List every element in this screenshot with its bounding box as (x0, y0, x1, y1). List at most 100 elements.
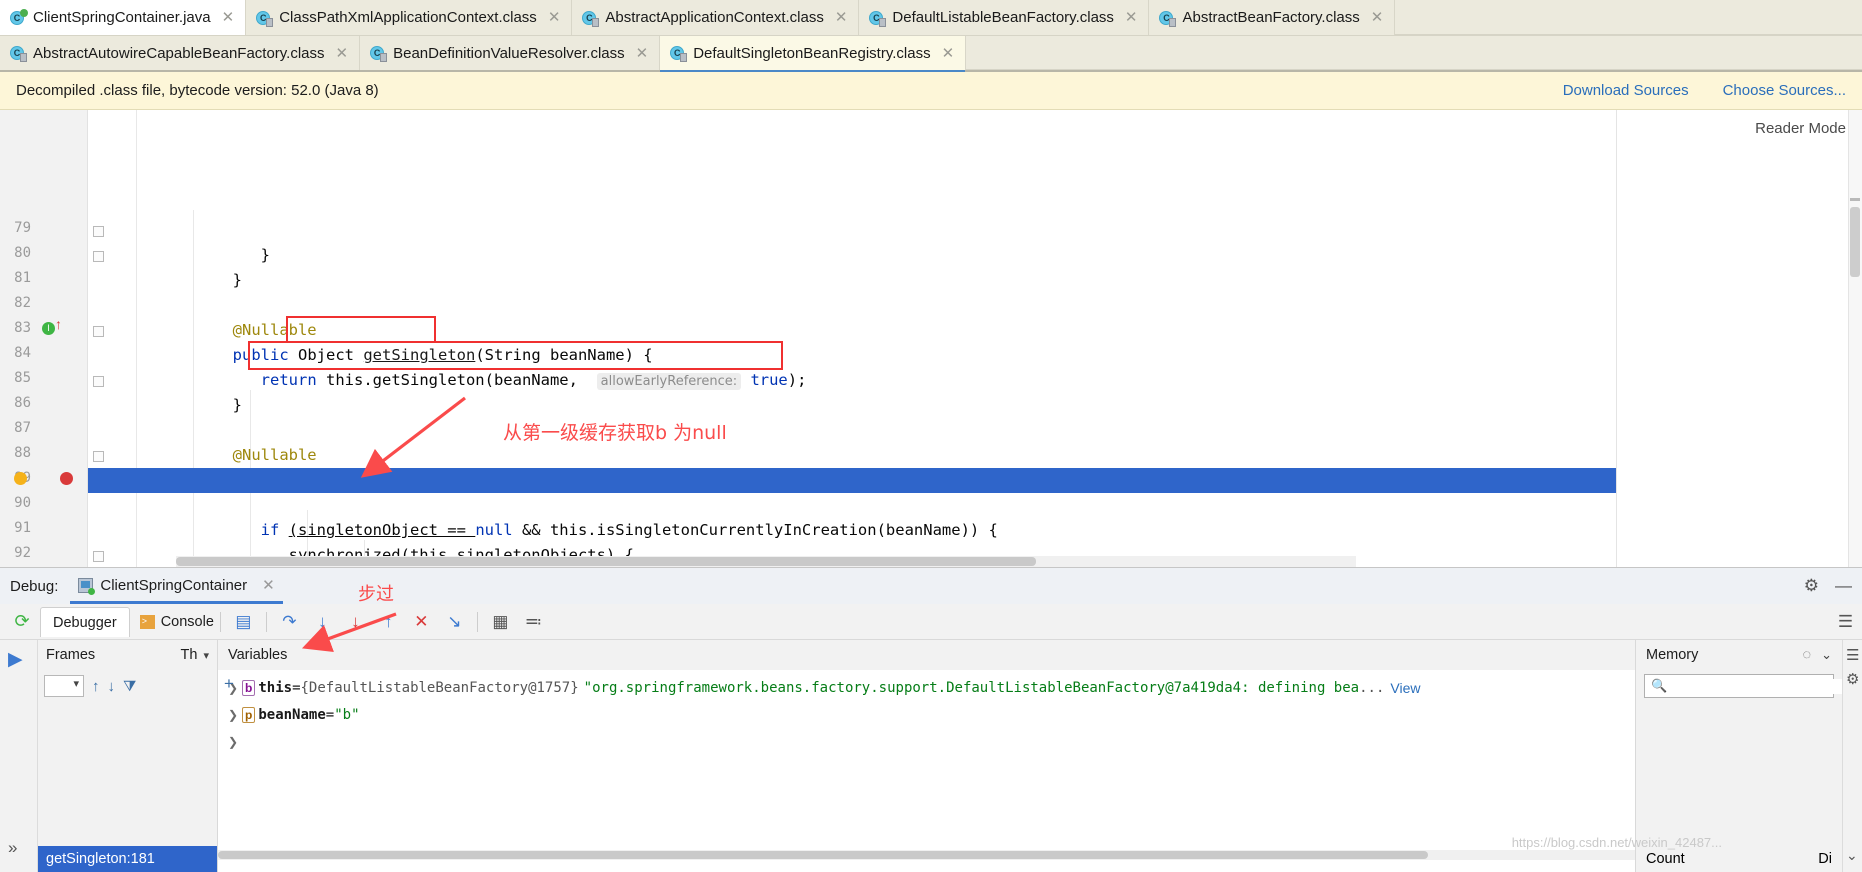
tab-console[interactable]: Console (161, 607, 214, 637)
settings-icon[interactable]: ☰ (1846, 646, 1859, 664)
class-file-icon: C (670, 45, 688, 62)
editor-tab-beandefinitionvalueresolver[interactable]: C BeanDefinitionValueResolver.class ✕ (360, 36, 661, 70)
line-number: 80 (14, 245, 31, 261)
run-to-cursor-icon[interactable]: ↘ (438, 607, 471, 637)
overridden-method-icon[interactable]: I (42, 322, 55, 335)
variable-row-partial[interactable]: ❯ x (218, 728, 1635, 755)
expand-chevron-icon[interactable]: ❯ (228, 735, 242, 749)
editor-tab-classpathxmlapplicationcontext[interactable]: C ClassPathXmlApplicationContext.class ✕ (246, 0, 573, 35)
editor-tab-defaultsingletonbeanregistry[interactable]: C DefaultSingletonBeanRegistry.class ✕ (660, 36, 967, 72)
code-line-89-current: Object singletonObject = this.singletonO… (88, 468, 1616, 514)
debug-session-tab[interactable]: ClientSpringContainer ✕ (70, 568, 284, 604)
add-watch-icon[interactable]: + (218, 674, 240, 694)
variables-horizontal-scrollbar[interactable] (218, 850, 1635, 860)
frame-list-item-selected[interactable]: getSingleton:181 (38, 846, 217, 872)
debug-tool-window: Debug: ClientSpringContainer ✕ ⚙ — 步过 ⟳ … (0, 567, 1862, 872)
mute-breakpoints-icon[interactable]: ▤ (227, 607, 260, 637)
code-editor[interactable]: 79 80 81 82 83 84 85 86 87 88 89 90 91 9… (0, 110, 1862, 661)
minimize-icon[interactable]: — (1835, 576, 1852, 596)
expand-rail-icon[interactable]: » (8, 838, 17, 858)
editor-gutter[interactable]: 79 80 81 82 83 84 85 86 87 88 89 90 91 9… (0, 110, 88, 661)
expand-chevron-icon[interactable]: ❯ (228, 708, 242, 722)
settings-icon[interactable]: ☰ (1829, 607, 1862, 637)
debug-toolbar[interactable]: ⟳ Debugger > Console ▤ ↷ ↓ ↓ ↑ ✕ ↘ ▦ ≕ ☰ (0, 604, 1862, 640)
thread-combo[interactable] (44, 675, 84, 697)
close-icon[interactable]: ✕ (262, 576, 275, 594)
class-file-icon: C (370, 45, 388, 62)
tab-label: ClientSpringContainer.java (33, 9, 211, 26)
resume-program-icon[interactable]: ▶ (8, 648, 23, 671)
editor-tab-row-2: C AbstractAutowireCapableBeanFactory.cla… (0, 36, 1862, 72)
tab-label: DefaultListableBeanFactory.class (892, 9, 1114, 26)
close-icon[interactable]: ✕ (636, 46, 649, 61)
variable-row-this[interactable]: ❯ b this = {DefaultListableBeanFactory@1… (218, 674, 1635, 701)
variables-panel[interactable]: Variables + ❯ b this = {DefaultListableB… (218, 640, 1636, 872)
tab-label: AbstractApplicationContext.class (605, 9, 824, 26)
download-sources-link[interactable]: Download Sources (1563, 82, 1689, 99)
breakpoint-icon[interactable] (60, 472, 73, 485)
memory-search-input[interactable] (1671, 678, 1848, 694)
frames-panel[interactable]: Frames Th ▾ ↑ ↓ ⧩ getSingleton:181 (38, 640, 218, 872)
editor-tab-abstractautowirecapablebeanfactory[interactable]: C AbstractAutowireCapableBeanFactory.cla… (0, 36, 361, 70)
evaluate-expression-icon[interactable]: ▦ (484, 607, 517, 637)
memory-count-label: Count (1646, 851, 1685, 867)
layout-settings-icon[interactable]: ≕ (517, 607, 550, 637)
scrollbar-thumb[interactable] (218, 851, 1428, 859)
close-icon[interactable]: ✕ (1125, 10, 1138, 25)
debug-panel-label: Debug: (10, 577, 59, 595)
chevron-down-icon[interactable]: ▾ (203, 649, 209, 662)
tab-debugger[interactable]: Debugger (40, 606, 130, 637)
line-number: 85 (14, 370, 31, 386)
scrollbar-thumb[interactable] (1850, 207, 1860, 277)
move-up-icon[interactable]: ↑ (92, 678, 100, 695)
editor-tab-abstractbeanfactory[interactable]: C AbstractBeanFactory.class ✕ (1149, 0, 1396, 35)
move-down-icon[interactable]: ↓ (108, 678, 116, 695)
tab-label: AbstractAutowireCapableBeanFactory.class (33, 44, 325, 62)
view-value-link[interactable]: View (1390, 680, 1420, 696)
frames-title: Frames (46, 647, 96, 663)
memory-search-box[interactable]: 🔍 ▾ (1644, 674, 1853, 698)
class-file-icon: C (582, 10, 600, 27)
tab-console-wrap[interactable]: > Console (130, 607, 214, 637)
close-icon[interactable]: ✕ (835, 10, 848, 25)
tab-label: AbstractBeanFactory.class (1182, 9, 1360, 26)
editor-tab-abstractapplicationcontext[interactable]: C AbstractApplicationContext.class ✕ (572, 0, 860, 35)
variable-name: this (258, 679, 293, 696)
choose-sources-link[interactable]: Choose Sources... (1723, 82, 1846, 99)
chevron-down-icon[interactable]: ⌄ (1821, 647, 1832, 663)
line-number: 88 (14, 445, 31, 461)
editor-tab-clientspringcontainer[interactable]: C ClientSpringContainer.java ✕ (0, 0, 247, 35)
filter-icon[interactable]: ⧩ (123, 678, 136, 695)
close-icon[interactable]: ✕ (336, 46, 349, 61)
frames-header: Frames Th ▾ (38, 640, 217, 670)
editor-tab-row-1: C ClientSpringContainer.java ✕ C ClassPa… (0, 0, 1862, 36)
debug-config-name: ClientSpringContainer (100, 576, 248, 594)
line-number: 84 (14, 345, 31, 361)
decompiled-message: Decompiled .class file, bytecode version… (16, 82, 379, 99)
memory-diff-label: Di (1818, 851, 1832, 867)
line-number: 92 (14, 545, 31, 561)
tab-label: ClassPathXmlApplicationContext.class (279, 9, 537, 26)
editor-tab-defaultlistablebeanfactory[interactable]: C DefaultListableBeanFactory.class ✕ (859, 0, 1150, 35)
close-icon[interactable]: ✕ (222, 10, 235, 25)
editor-horizontal-scrollbar[interactable] (176, 556, 1356, 567)
gear-icon[interactable]: ⚙ (1804, 576, 1819, 596)
close-icon[interactable]: ✕ (942, 46, 955, 61)
variable-row-beanname[interactable]: ❯ p beanName = "b" (218, 701, 1635, 728)
code-line-87: @Nullable (88, 418, 1616, 464)
debug-right-rail[interactable]: ☰ ⚙ ⌄ (1842, 640, 1862, 872)
close-icon[interactable]: ✕ (1371, 10, 1384, 25)
code-text-area[interactable]: } } @Nullable public Object getSingleton… (88, 110, 1616, 567)
rerun-icon[interactable]: ⟳ (4, 611, 40, 632)
frames-toolbar[interactable]: ↑ ↓ ⧩ (38, 670, 217, 702)
class-file-icon: C (869, 10, 887, 27)
close-icon[interactable]: ✕ (548, 10, 561, 25)
variable-type: {DefaultListableBeanFactory@1757} (300, 679, 579, 696)
thread-selector-label[interactable]: Th (181, 647, 198, 663)
gear-icon[interactable]: ⚙ (1846, 670, 1859, 688)
collapse-icon[interactable]: ⌄ (1846, 847, 1858, 864)
scrollbar-thumb[interactable] (176, 557, 1036, 566)
debug-left-rail[interactable]: ▶ » (0, 640, 38, 872)
editor-scroll-markers[interactable] (1848, 110, 1862, 567)
